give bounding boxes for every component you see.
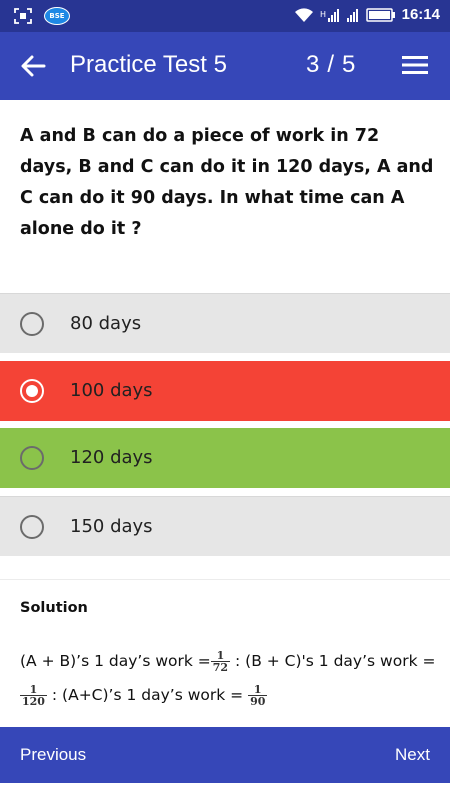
solution-title: Solution [20,600,88,616]
fraction: 1 120 [20,684,47,707]
question-counter: 3 / 5 [306,51,355,79]
radio-button[interactable] [20,515,44,539]
solution-panel: Solution (A + B)’s 1 day’s work = 1 72 : (… [0,579,450,727]
svg-text:H: H [320,10,326,19]
option-label: 100 days [70,380,153,401]
status-bar: BSE H 16:14 [0,0,450,32]
bse-app-icon: BSE [44,7,70,25]
option-label: 150 days [70,516,153,537]
solution-line-2: 1 120 : (A+C)’s 1 day’s work = 1 90 [20,683,268,708]
option-2-selected-wrong[interactable]: 100 days [0,361,450,421]
app-screen: BSE H 16:14 Practice Test 5 3 / 5 A and … [0,0,450,800]
current-question-number: 3 [306,51,320,78]
option-label: 120 days [70,447,153,468]
previous-button[interactable]: Previous [20,745,86,765]
wifi-icon [294,7,313,22]
option-4[interactable]: 150 days [0,496,450,556]
page-title: Practice Test 5 [70,51,227,78]
question-text: A and B can do a piece of work in 72 day… [20,126,434,239]
screenshot-icon [14,8,32,24]
battery-icon [365,7,395,22]
signal-icon: H [320,8,339,22]
fraction: 1 72 [210,649,231,674]
fraction: 1 90 [248,683,268,708]
option-3-correct[interactable]: 120 days [0,428,450,488]
counter-separator: / [327,51,335,78]
option-1[interactable]: 80 days [0,293,450,353]
solution-text: : (A+C)’s 1 day’s work = [46,686,249,704]
signal-icon [346,8,358,22]
fraction-numerator: 1 [216,649,225,662]
solution-line-1: (A + B)’s 1 day’s work = 1 72 : (B + C)'s … [20,650,435,673]
fraction-denominator: 120 [20,695,47,708]
option-label: 80 days [70,313,142,334]
hamburger-menu-icon[interactable] [402,54,428,76]
solution-text: : (B + C)'s 1 day’s work = [230,652,436,670]
fraction-denominator: 72 [210,661,231,674]
arrow-left-icon[interactable] [18,52,48,80]
total-questions: 5 [342,51,356,78]
fraction-denominator: 90 [248,695,268,708]
radio-button[interactable] [20,312,44,336]
fraction-numerator: 1 [253,683,262,696]
next-button[interactable]: Next [395,745,430,765]
radio-button[interactable] [20,446,44,470]
fraction-numerator: 1 [29,683,38,696]
status-time: 16:14 [401,6,440,23]
solution-text: (A + B)’s 1 day’s work = [20,652,211,670]
app-bar: Practice Test 5 3 / 5 [0,32,450,100]
bottom-strip [0,783,450,800]
bottom-navigation: Previous Next [0,727,450,783]
radio-button-checked[interactable] [20,379,44,403]
